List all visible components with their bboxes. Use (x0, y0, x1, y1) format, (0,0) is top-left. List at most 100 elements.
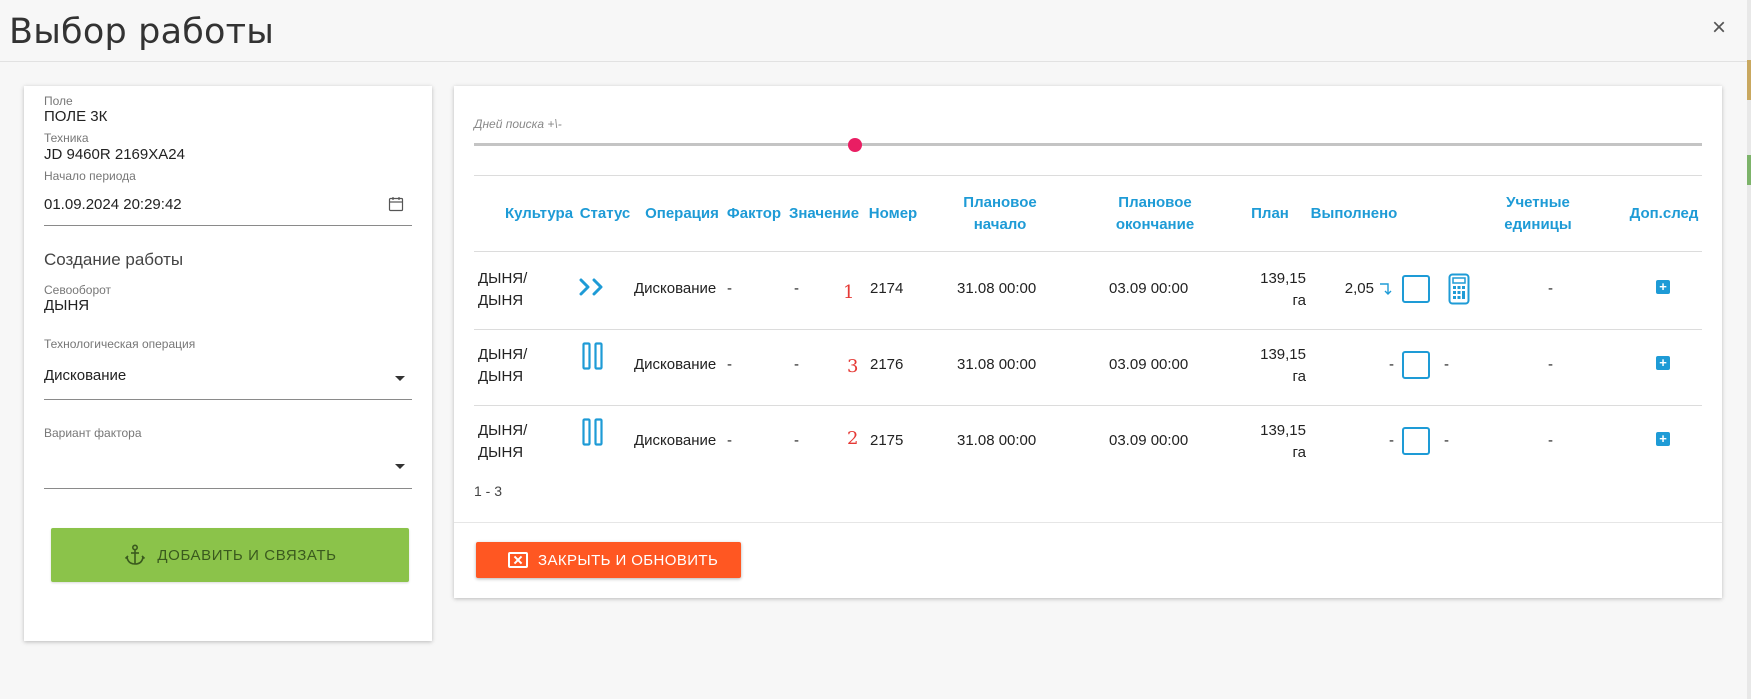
done-cell: - (1389, 432, 1394, 449)
plan-cell: 139,15 га (1260, 270, 1306, 309)
pause-icon (582, 418, 603, 446)
pause-icon (582, 342, 603, 370)
background-edge (1747, 0, 1751, 699)
row-annotation-number: 2 (847, 428, 859, 449)
divider (474, 175, 1702, 176)
header-divider (474, 251, 1702, 252)
col-header-plan-end[interactable]: Плановое окончание (1090, 192, 1220, 236)
row-checkbox[interactable] (1402, 427, 1430, 455)
value-cell: - (794, 432, 799, 449)
col-header-plan-start-line1: Плановое (963, 194, 1037, 211)
culture-cell: ДЫНЯ/ДЫНЯ (478, 346, 528, 385)
factor-cell: - (727, 280, 732, 297)
culture-cell: ДЫНЯ/ДЫНЯ (478, 270, 528, 309)
close-icon[interactable]: × (1708, 16, 1730, 40)
search-days-slider-thumb[interactable] (847, 138, 862, 152)
row-checkbox[interactable] (1402, 351, 1430, 379)
plan-cell: 139,15 га (1260, 422, 1306, 461)
done-after-cell: - (1444, 356, 1449, 373)
row-checkbox[interactable] (1402, 275, 1430, 303)
done-after-cell: - (1444, 432, 1449, 449)
row-divider (474, 329, 1702, 330)
number-cell: 2174 (870, 280, 904, 297)
field-value: ПОЛЕ 3К (44, 108, 108, 125)
anchor-icon (125, 544, 146, 565)
operation-cell: Дискование (634, 280, 717, 297)
plan-end-cell: 03.09 00:00 (1109, 356, 1189, 373)
close-box-icon (508, 552, 528, 568)
period-start-underline (44, 225, 412, 226)
operation-cell: Дискование (634, 356, 717, 373)
search-days-label: Дней поиска +\- (474, 117, 562, 131)
col-header-plan-start[interactable]: Плановое начало (944, 192, 1056, 236)
col-header-plan-start-line2: начало (973, 216, 1027, 233)
close-and-refresh-button[interactable]: ЗАКРЫТЬ И ОБНОВИТЬ (476, 542, 741, 578)
dialog-title: Выбор работы (9, 12, 275, 52)
add-extra-button[interactable]: + (1656, 356, 1670, 370)
machinery-label: Техника (44, 131, 89, 145)
col-header-extra[interactable]: Доп.след (1622, 203, 1706, 225)
factor-cell: - (727, 356, 732, 373)
calendar-icon[interactable] (388, 196, 404, 212)
col-header-units[interactable]: Учетные единицы (1488, 192, 1588, 236)
add-and-link-label: ДОБАВИТЬ И СВЯЗАТЬ (157, 546, 337, 564)
period-start-input[interactable]: 01.09.2024 20:29:42 (44, 196, 182, 213)
crop-rotation-value: ДЫНЯ (44, 297, 90, 314)
col-header-units-line1: Учетные (1506, 194, 1570, 211)
plan-start-cell: 31.08 00:00 (957, 280, 1037, 297)
works-table-panel: Дней поиска +\- Культура Статус Операция… (454, 86, 1722, 598)
units-cell: - (1548, 432, 1553, 449)
units-cell: - (1548, 280, 1553, 297)
value-cell: - (794, 280, 799, 297)
col-header-number[interactable]: Номер (862, 203, 924, 225)
search-days-slider-track[interactable] (474, 143, 1702, 146)
machinery-value: JD 9460R 2169ХА24 (44, 146, 185, 163)
footer-divider (454, 522, 1722, 523)
factor-variant-label: Вариант фактора (44, 426, 142, 440)
add-extra-button[interactable]: + (1656, 432, 1670, 446)
create-work-heading: Создание работы (44, 250, 184, 269)
row-annotation-number: 3 (847, 356, 859, 377)
col-header-value[interactable]: Значение (784, 203, 864, 225)
row-annotation-number: 1 (843, 282, 855, 303)
col-header-units-line2: единицы (1504, 216, 1572, 233)
number-cell: 2175 (870, 432, 904, 449)
plan-start-cell: 31.08 00:00 (957, 356, 1037, 373)
work-selection-dialog: Выбор работы × Поле ПОЛЕ 3К Техника JD 9… (0, 0, 1751, 699)
col-header-operation[interactable]: Операция (634, 203, 730, 225)
operation-cell: Дискование (634, 432, 717, 449)
number-cell: 2176 (870, 356, 904, 373)
add-extra-button[interactable]: + (1656, 280, 1670, 294)
col-header-status[interactable]: Статус (572, 203, 638, 225)
plan-cell: 139,15 га (1260, 346, 1306, 385)
factor-variant-underline (44, 488, 412, 489)
period-start-label: Начало периода (44, 169, 136, 183)
field-label: Поле (44, 94, 73, 108)
forward-icon (579, 278, 603, 296)
done-cell: 2,05 (1344, 280, 1374, 297)
arrow-down-right-icon[interactable] (1378, 281, 1394, 297)
col-header-plan-end-line1: Плановое (1118, 194, 1192, 211)
row-divider (474, 405, 1702, 406)
factor-cell: - (727, 432, 732, 449)
add-and-link-button[interactable]: ДОБАВИТЬ И СВЯЗАТЬ (51, 528, 409, 582)
col-header-plan[interactable]: План (1240, 203, 1300, 225)
pagination-info: 1 - 3 (474, 483, 503, 499)
tech-operation-label: Технологическая операция (44, 337, 196, 351)
plan-end-cell: 03.09 00:00 (1109, 280, 1189, 297)
units-cell: - (1548, 356, 1553, 373)
dialog-header: Выбор работы × (0, 0, 1751, 62)
calculator-icon[interactable] (1448, 273, 1470, 305)
work-params-panel: Поле ПОЛЕ 3К Техника JD 9460R 2169ХА24 Н… (24, 86, 432, 641)
col-header-factor[interactable]: Фактор (722, 203, 786, 225)
tech-operation-underline (44, 399, 412, 400)
plan-end-cell: 03.09 00:00 (1109, 432, 1189, 449)
factor-variant-caret-icon[interactable] (395, 464, 405, 469)
tech-operation-caret-icon[interactable] (395, 376, 405, 381)
tech-operation-select[interactable]: Дискование (44, 367, 126, 384)
value-cell: - (794, 356, 799, 373)
col-header-done[interactable]: Выполнено (1302, 203, 1406, 225)
crop-rotation-label: Севооборот (44, 283, 112, 297)
plan-start-cell: 31.08 00:00 (957, 432, 1037, 449)
done-cell: - (1389, 356, 1394, 373)
